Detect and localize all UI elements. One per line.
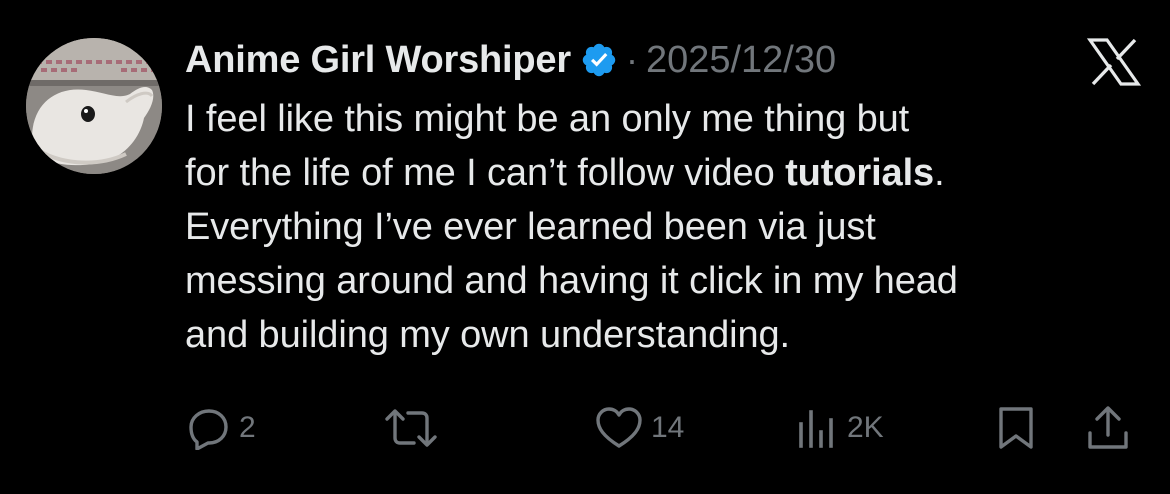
tweet-text-line: I feel like this might be an only me thi… (185, 98, 910, 140)
views-icon (795, 406, 839, 450)
bookmark-button[interactable] (996, 400, 1036, 456)
reply-icon (187, 406, 231, 450)
views-button[interactable]: 2K (795, 400, 884, 456)
tweet-text-segment: for the life of me I can’t follow video (185, 152, 786, 194)
tweet-text-line: Everything I’ve ever learned been via ju… (185, 206, 876, 248)
x-logo-icon (1086, 38, 1142, 86)
retweet-button[interactable] (384, 400, 446, 456)
share-button[interactable] (1086, 400, 1130, 456)
bookmark-icon (996, 405, 1036, 451)
reply-count: 2 (239, 411, 256, 444)
heart-icon (595, 406, 643, 450)
like-button[interactable]: 14 (595, 400, 684, 456)
tweet-card[interactable]: Anime Girl Worshiper · 2025/12/30 I feel… (0, 0, 1170, 494)
tweet-header: Anime Girl Worshiper · 2025/12/30 (185, 36, 836, 84)
reply-button[interactable]: 2 (187, 400, 256, 456)
like-count: 14 (651, 411, 685, 444)
tweet-text-line: and building my own understanding. (185, 314, 791, 356)
share-icon (1086, 405, 1130, 451)
display-name[interactable]: Anime Girl Worshiper (185, 39, 571, 82)
verified-badge-icon[interactable] (580, 41, 618, 79)
tweet-text-line: messing around and having it click in my… (185, 260, 958, 302)
action-bar: 2 14 2K (0, 400, 1170, 456)
post-date[interactable]: 2025/12/30 (646, 39, 836, 82)
avatar-image (26, 38, 162, 174)
tweet-text-line: for the life of me I can’t follow video … (185, 146, 1145, 200)
tweet-text: I feel like this might be an only me thi… (185, 92, 1145, 362)
views-count: 2K (847, 411, 884, 444)
tweet-text-segment: . (934, 152, 945, 194)
avatar[interactable] (26, 38, 162, 174)
retweet-icon (384, 406, 438, 450)
tweet-text-bold: tutorials (785, 152, 935, 194)
separator-dot: · (625, 39, 638, 80)
